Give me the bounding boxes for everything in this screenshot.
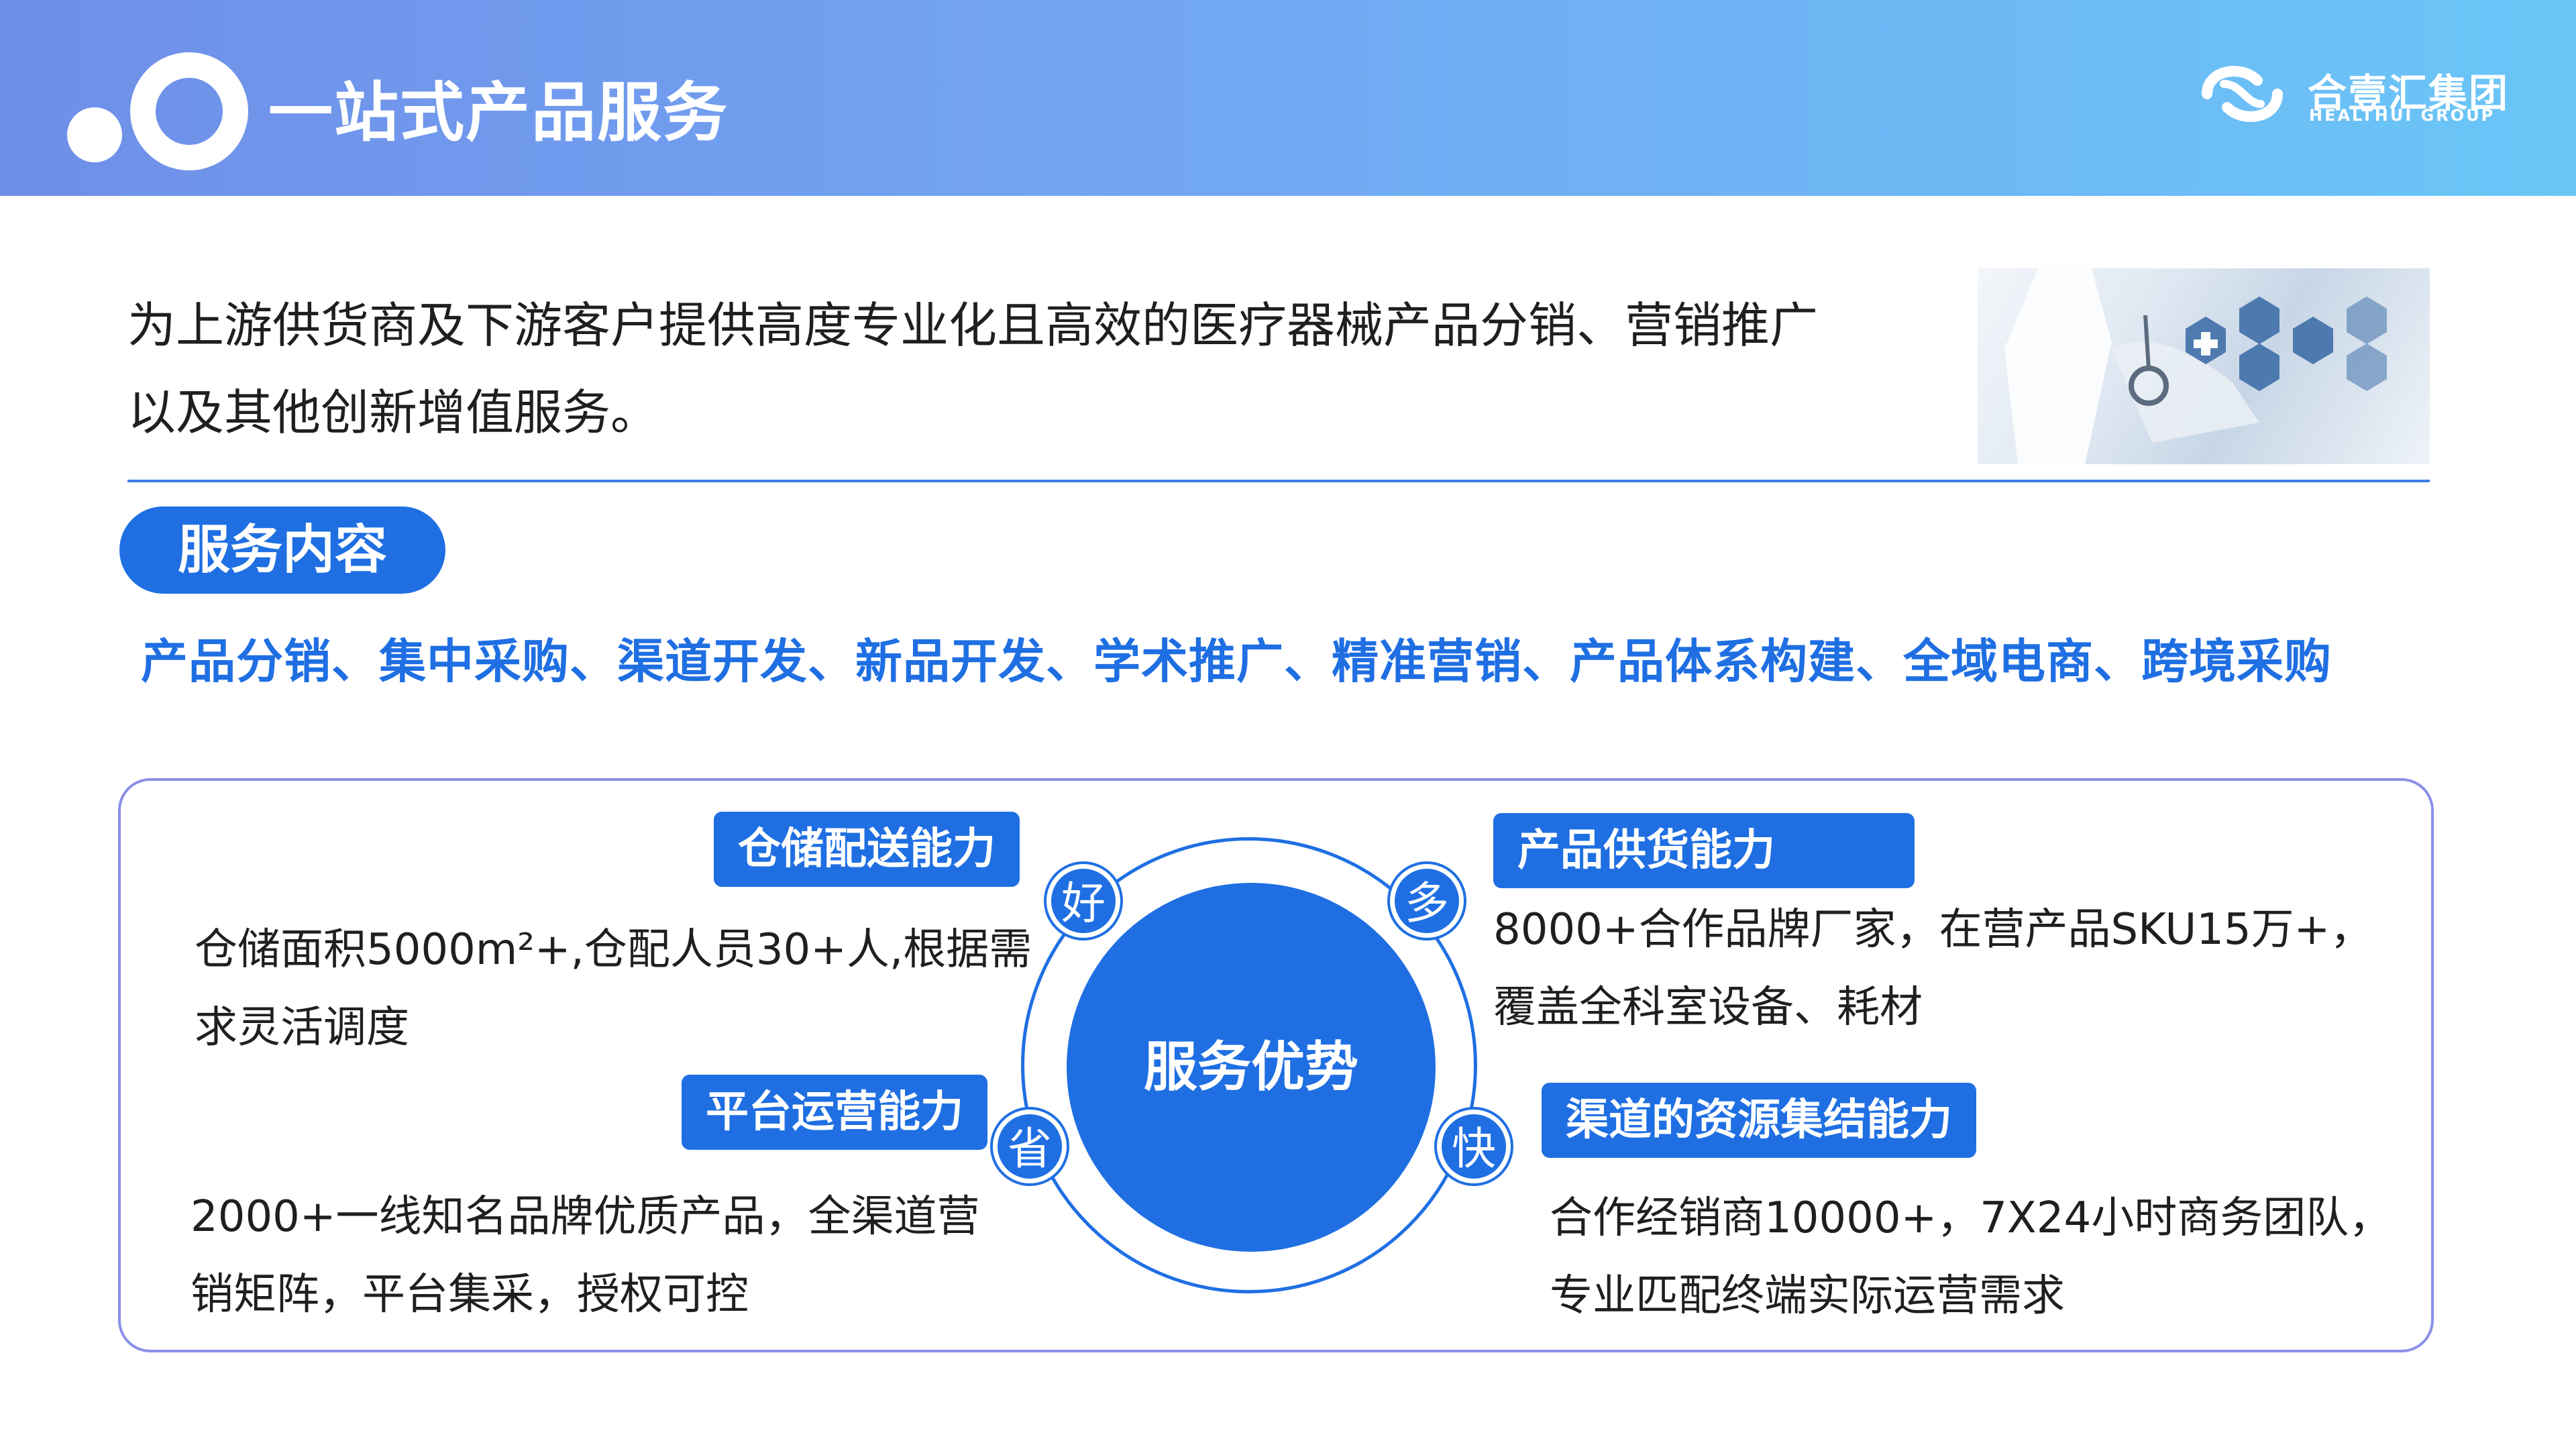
services-heading-pill: 服务内容 (119, 506, 445, 594)
badge-save: 省 (993, 1110, 1067, 1183)
section-divider (127, 480, 2430, 482)
brand-ring-icon (130, 52, 248, 170)
supply-desc-line2: 覆盖全科室设备、耗材 (1493, 983, 1923, 1032)
brand-dot-icon (67, 107, 122, 162)
header-banner: 一站式产品服务 合壹汇集团 HEALTHUI GROUP (0, 0, 2576, 196)
page-title: 一站式产品服务 (268, 75, 729, 150)
channel-label: 渠道的资源集结能力 (1542, 1083, 1976, 1158)
platform-desc-line1: 2000+一线知名品牌优质产品，全渠道营 (191, 1192, 980, 1242)
advantages-center: 服务优势 (1067, 883, 1436, 1252)
warehouse-label: 仓储配送能力 (714, 812, 1020, 887)
platform-desc-line2: 销矩阵，平台集采，授权可控 (191, 1270, 749, 1320)
medical-illustration-icon (2004, 268, 2387, 464)
badge-good: 好 (1046, 864, 1120, 938)
medical-hero-image (1978, 268, 2430, 464)
channel-desc-line2: 专业匹配终端实际运营需求 (1550, 1271, 2065, 1321)
supply-label: 产品供货能力 (1493, 813, 1915, 888)
warehouse-desc-line1: 仓储面积5000m²+,仓配人员30+人,根据需 (195, 925, 1032, 975)
intro-paragraph: 为上游供货商及下游客户提供高度专业化且高效的医疗器械产品分销、营销推广以及其他创… (127, 297, 1819, 441)
supply-desc-line1: 8000+合作品牌厂家，在营产品SKU15万+， (1493, 905, 2373, 955)
company-name-en: HEALTHUI GROUP (2309, 106, 2496, 125)
company-logo-icon (2202, 66, 2283, 122)
services-list: 产品分销、集中采购、渠道开发、新品开发、学术推广、精准营销、产品体系构建、全域电… (141, 634, 2332, 689)
badge-many: 多 (1390, 864, 1464, 938)
channel-desc-line1: 合作经销商10000+，7X24小时商务团队， (1550, 1193, 2392, 1243)
platform-label: 平台运营能力 (682, 1075, 987, 1150)
badge-fast: 快 (1437, 1110, 1511, 1183)
warehouse-desc-line2: 求灵活调度 (195, 1003, 409, 1053)
